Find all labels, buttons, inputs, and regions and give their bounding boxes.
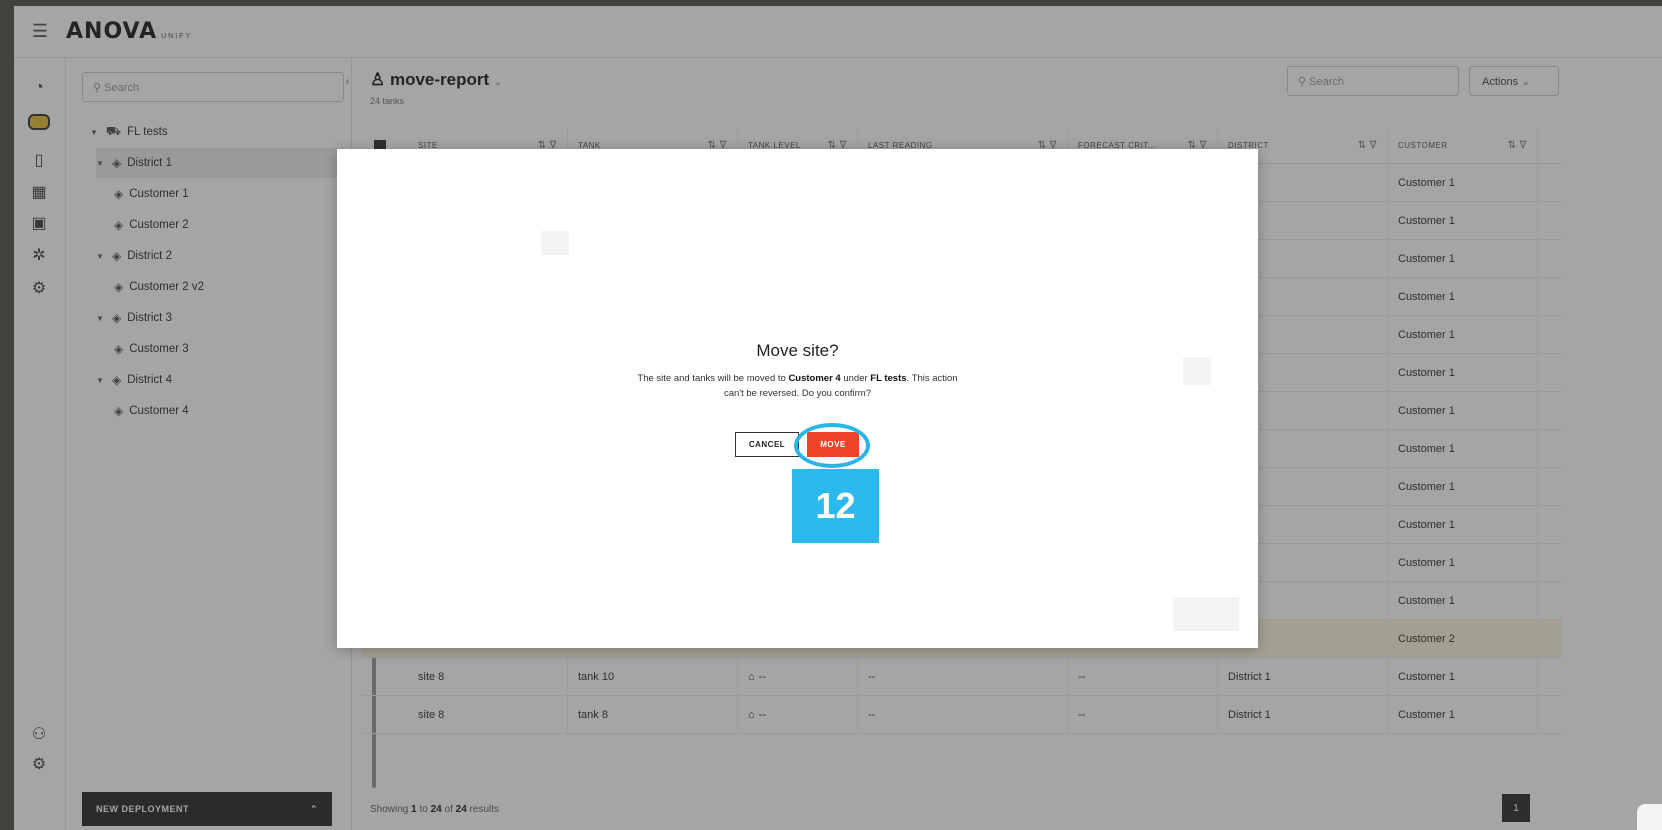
chat-widget-icon[interactable] [1637,804,1662,830]
dialog-message: The site and tanks will be moved to Cust… [637,373,958,399]
dialog-title: Move site? [756,341,839,360]
move-site-dialog: Move site? The site and tanks will be mo… [337,149,1258,648]
highlight-ring [794,423,870,468]
cancel-button[interactable]: CANCEL [735,432,799,457]
step-number-badge: 12 [792,469,879,543]
